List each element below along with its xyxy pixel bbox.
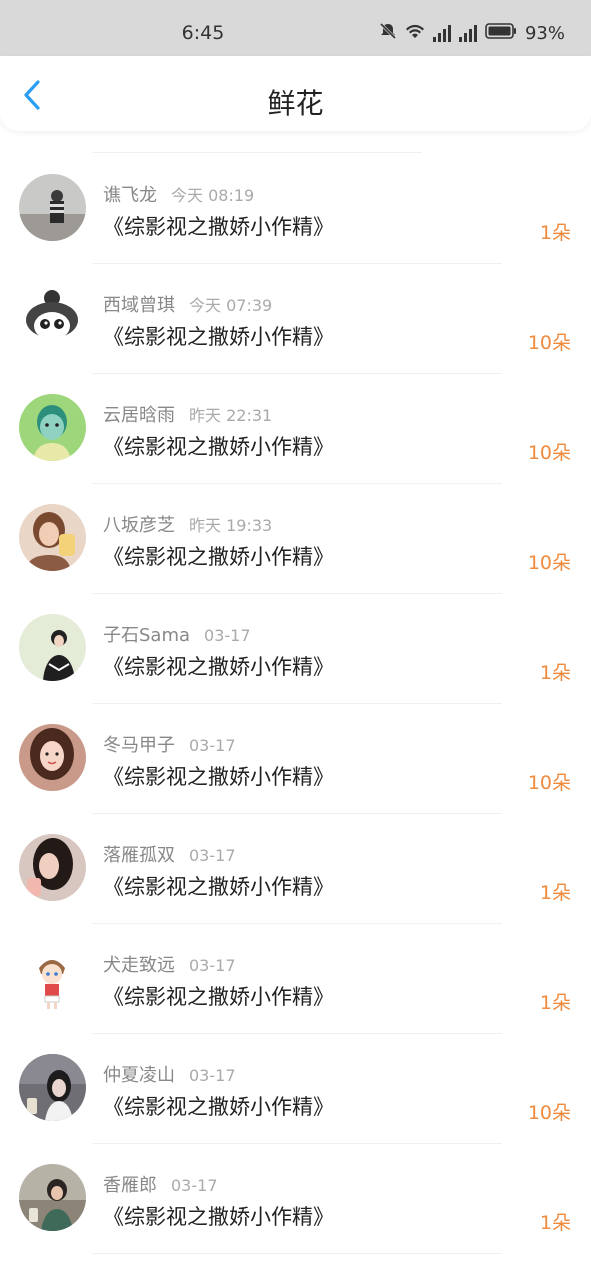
user-name: 八坂彦芝 昨天 19:33 [103,515,273,536]
timestamp: 03-17 [189,846,236,865]
book-title: 《综影视之撒娇小作精》 [103,765,334,789]
avatar[interactable] [19,1164,86,1231]
avatar[interactable] [19,284,86,351]
avatar[interactable] [19,614,86,681]
user-name: 子石Sama 03-17 [103,625,251,646]
list-item[interactable]: 香雁郎 03-17 《综影视之撒娇小作精》 1朵 [0,1144,591,1254]
list-item[interactable]: 云居晗雨 昨天 22:31 《综影视之撒娇小作精》 10朵 [0,374,591,484]
flower-count: 10朵 [527,772,571,794]
timestamp: 03-17 [189,956,236,975]
user-name: 云居晗雨 昨天 22:31 [103,405,273,426]
divider [92,1253,502,1254]
timestamp: 03-17 [204,626,251,645]
user-name: 犬走致远 03-17 [103,955,236,976]
flower-count: 10朵 [527,1102,571,1124]
list-item[interactable]: 八坂彦芝 昨天 19:33 《综影视之撒娇小作精》 10朵 [0,484,591,594]
battery-percent: 93% [524,22,565,44]
flower-count: 1朵 [539,662,571,684]
battery-icon [485,22,517,45]
avatar[interactable] [19,724,86,791]
timestamp: 03-17 [189,1066,236,1085]
status-bar: 6:45 93% [0,0,591,56]
wifi-icon [405,23,425,44]
timestamp: 03-17 [171,1176,218,1195]
page-title: 鲜花 [267,87,324,120]
signal-4g-icon [458,24,477,42]
timestamp: 03-17 [189,736,236,755]
avatar[interactable] [19,944,86,1011]
mute-bell-icon [379,22,397,45]
flower-count: 10朵 [527,442,571,464]
divider [92,152,422,153]
flower-count: 1朵 [539,992,571,1014]
flower-count: 10朵 [527,332,571,354]
book-title: 《综影视之撒娇小作精》 [103,215,334,239]
book-title: 《综影视之撒娇小作精》 [103,875,334,899]
book-title: 《综影视之撒娇小作精》 [103,985,334,1009]
signal-icon [432,24,451,42]
list-item[interactable]: 谯飞龙 今天 08:19 《综影视之撒娇小作精》 1朵 [0,154,591,264]
avatar[interactable] [19,1054,86,1121]
status-time: 6:45 [181,22,225,44]
user-name: 香雁郎 03-17 [103,1175,218,1196]
book-title: 《综影视之撒娇小作精》 [103,545,334,569]
user-name: 落雁孤双 03-17 [103,845,236,866]
list-item[interactable]: 犬走致远 03-17 《综影视之撒娇小作精》 1朵 [0,924,591,1034]
list-item[interactable]: 冬马甲子 03-17 《综影视之撒娇小作精》 10朵 [0,704,591,814]
avatar[interactable] [19,394,86,461]
avatar[interactable] [19,834,86,901]
book-title: 《综影视之撒娇小作精》 [103,1095,334,1119]
book-title: 《综影视之撒娇小作精》 [103,655,334,679]
avatar[interactable] [19,174,86,241]
flower-count: 1朵 [539,222,571,244]
list-item[interactable]: 西域曾琪 今天 07:39 《综影视之撒娇小作精》 10朵 [0,264,591,374]
timestamp: 昨天 22:31 [189,406,273,425]
avatar[interactable] [19,504,86,571]
timestamp: 今天 08:19 [171,186,255,205]
app-header: 鲜花 [0,56,591,131]
list-item[interactable]: 仲夏凌山 03-17 《综影视之撒娇小作精》 10朵 [0,1034,591,1144]
book-title: 《综影视之撒娇小作精》 [103,325,334,349]
list-item[interactable]: 子石Sama 03-17 《综影视之撒娇小作精》 1朵 [0,594,591,704]
user-name: 冬马甲子 03-17 [103,735,236,756]
user-name: 西域曾琪 今天 07:39 [103,295,273,316]
list-item[interactable]: 落雁孤双 03-17 《综影视之撒娇小作精》 1朵 [0,814,591,924]
flower-count: 10朵 [527,552,571,574]
user-name: 谯飞龙 今天 08:19 [103,185,255,206]
timestamp: 今天 07:39 [189,296,273,315]
flower-count: 1朵 [539,1212,571,1234]
book-title: 《综影视之撒娇小作精》 [103,435,334,459]
user-name: 仲夏凌山 03-17 [103,1065,236,1086]
flower-count: 1朵 [539,882,571,904]
book-title: 《综影视之撒娇小作精》 [103,1205,334,1229]
status-icons: 93% [379,20,565,46]
timestamp: 昨天 19:33 [189,516,273,535]
